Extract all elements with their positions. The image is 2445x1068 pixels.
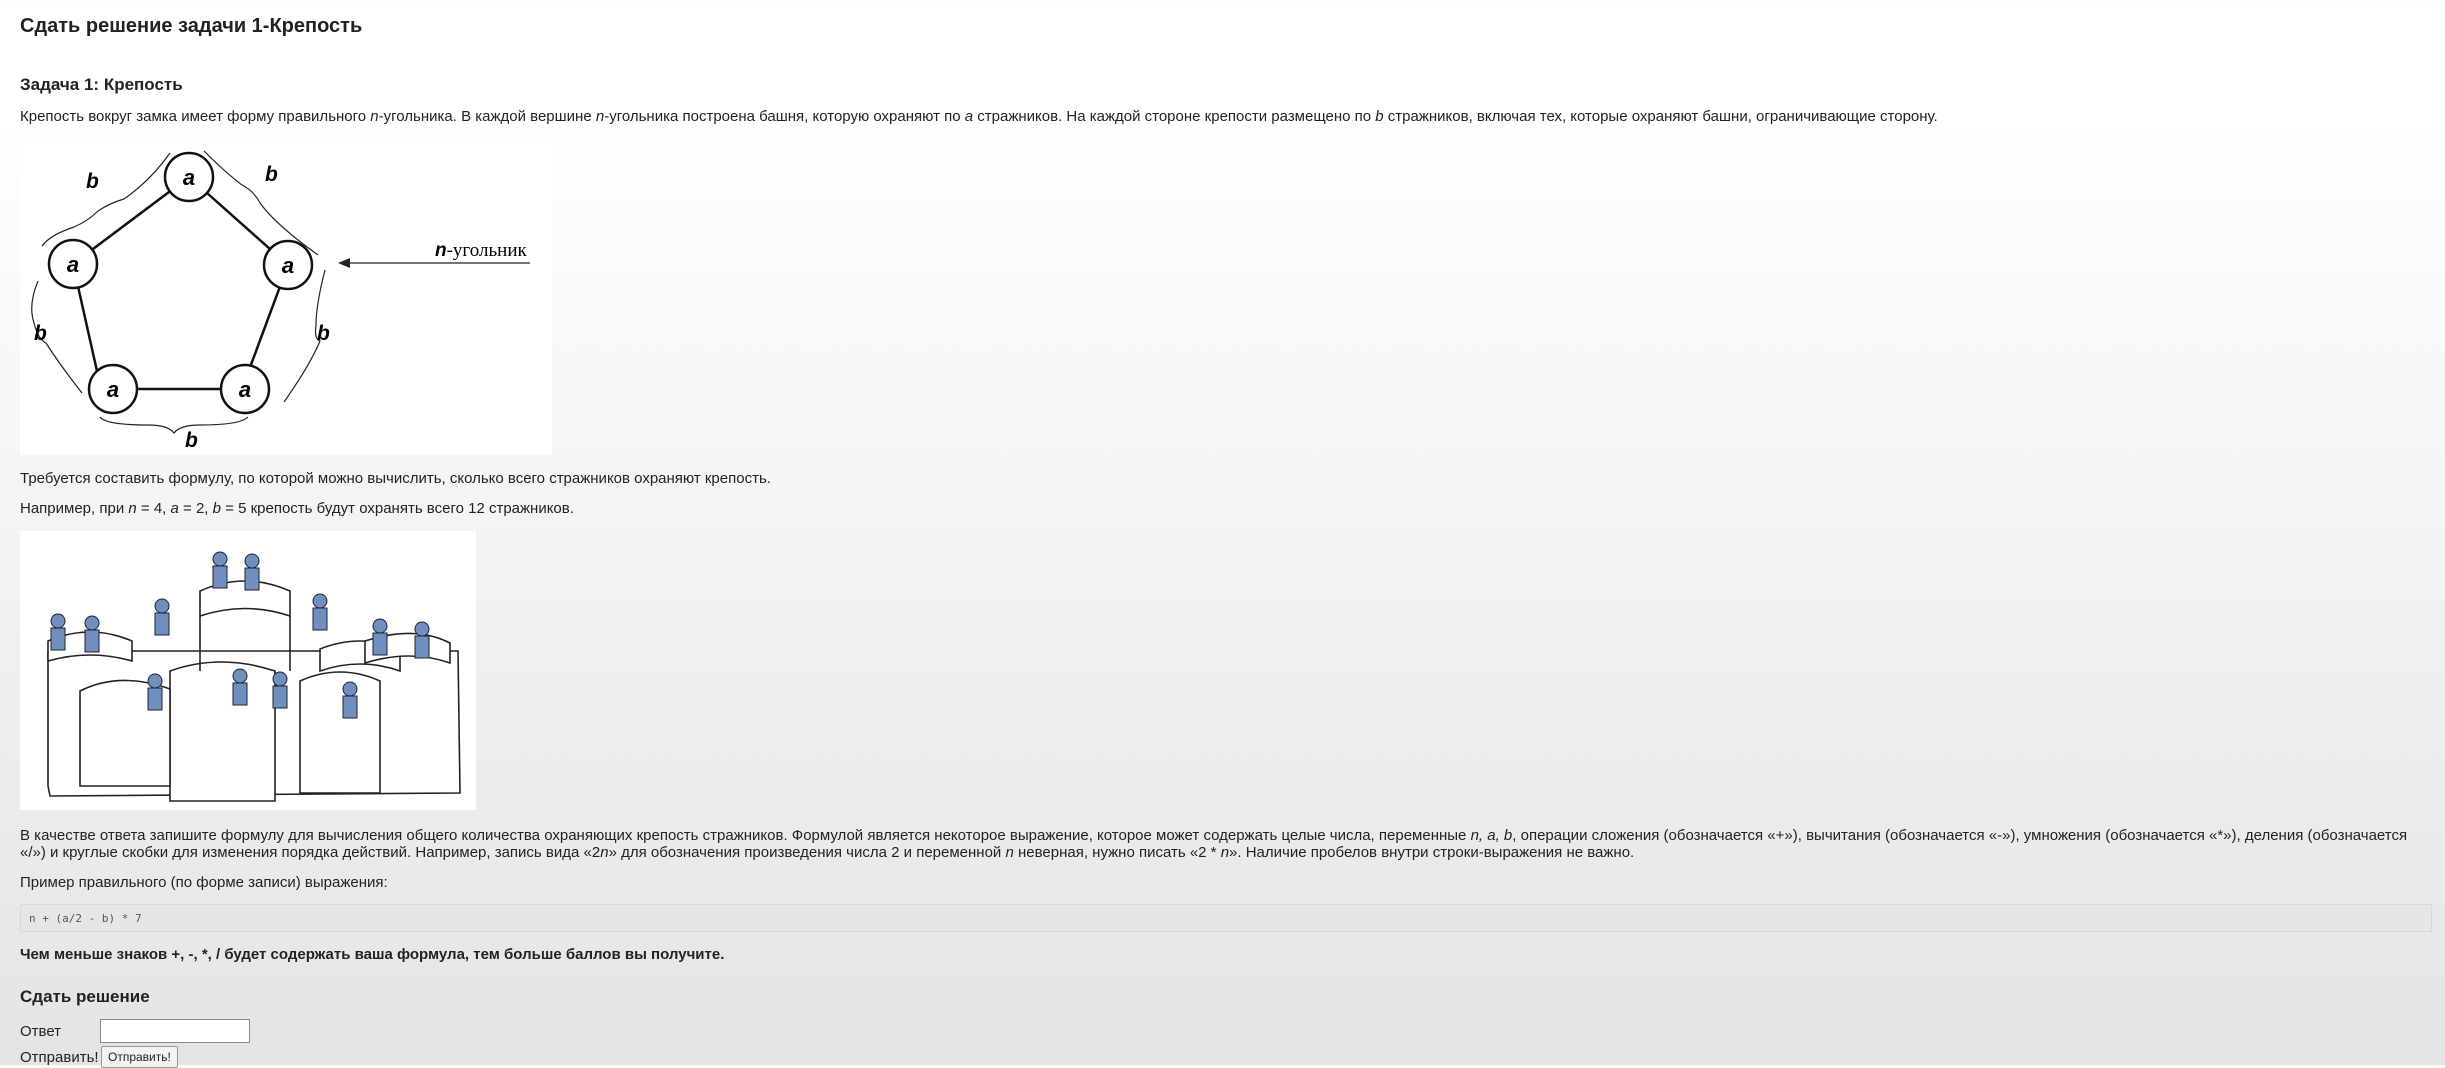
task-example: Например, при n = 4, a = 2, b = 5 крепос… bbox=[20, 500, 574, 517]
polygon-diagram: a a a a a b b b b b n-угольник bbox=[20, 145, 552, 455]
task-requirement: Требуется составить формулу, по которой … bbox=[20, 470, 771, 487]
side-label: b bbox=[317, 322, 330, 345]
svg-text:a: a bbox=[239, 377, 251, 402]
tower-bottom-left: a bbox=[87, 363, 139, 415]
sample-label: Пример правильного (по форме записи) выр… bbox=[20, 874, 388, 891]
sample-code: n + (a/2 - b) * 7 bbox=[20, 904, 2432, 932]
svg-text:a: a bbox=[107, 377, 119, 402]
tower-top: a bbox=[163, 151, 215, 203]
svg-text:a: a bbox=[183, 165, 195, 190]
tower-right: a bbox=[262, 239, 314, 291]
side-label: b bbox=[185, 429, 198, 452]
instructions-line-2: «/») и круглые скобки для изменения поря… bbox=[20, 844, 1635, 861]
page-title: Сдать решение задачи 1-Крепость bbox=[20, 15, 363, 37]
polygon-pointer-label: n-угольник bbox=[435, 240, 527, 261]
tower-bottom-right: a bbox=[219, 363, 271, 415]
svg-text:a: a bbox=[67, 252, 79, 277]
send-label: Отправить! bbox=[20, 1049, 99, 1066]
tower-left: a bbox=[47, 238, 99, 290]
page: Сдать решение задачи 1-Крепость Задача 1… bbox=[0, 0, 2445, 1068]
task-intro: Крепость вокруг замка имеет форму правил… bbox=[20, 108, 1938, 125]
answer-label: Ответ bbox=[20, 1023, 62, 1040]
side-label: b bbox=[86, 170, 99, 193]
castle-image bbox=[20, 531, 476, 810]
score-note: Чем меньше знаков +, -, *, / будет содер… bbox=[20, 946, 725, 963]
side-label: b bbox=[34, 322, 47, 345]
svg-text:a: a bbox=[282, 253, 294, 278]
answer-input[interactable] bbox=[100, 1019, 250, 1043]
submit-heading: Сдать решение bbox=[20, 987, 150, 1006]
side-label: b bbox=[265, 163, 278, 186]
task-title: Задача 1: Крепость bbox=[20, 75, 183, 94]
